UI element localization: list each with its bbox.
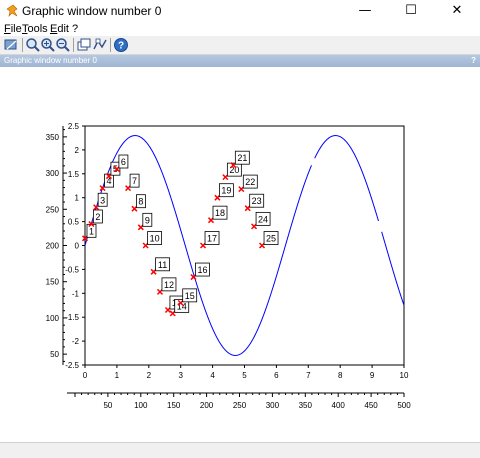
outer-y-tick-label: 300 (46, 169, 60, 178)
dock-help-button[interactable]: ? (471, 55, 476, 67)
toolbar-separator (22, 38, 23, 52)
datatip-label[interactable]: 18 (215, 208, 225, 218)
title-bar: Graphic window number 0 — ☐ ✕ (0, 0, 480, 22)
x-tick-label: 2 (147, 371, 152, 380)
menu-help[interactable]: ? (72, 22, 78, 36)
outer-x-tick-label: 150 (167, 401, 181, 410)
plot-svg[interactable]: -2.5-2-1.5-1-0.500.511.522.50 1 2 3 4 5 6 7 8 9 10… (0, 67, 480, 442)
toolbar-separator (73, 38, 74, 52)
datatip-label[interactable]: 3 (100, 195, 105, 205)
y-tick-label: 1.5 (68, 170, 80, 179)
dock-title-bar: Graphic window number 0 ? (0, 55, 480, 67)
x-tick-label: 7 (306, 371, 311, 380)
rotate-icon[interactable] (3, 37, 19, 53)
x-tick-label: 1 (115, 371, 120, 380)
datatip-label[interactable]: 8 (138, 197, 143, 207)
outer-y-tick-label: 250 (46, 205, 60, 214)
menu-file[interactable]: File (4, 22, 22, 36)
y-tick-label: 0 (75, 242, 80, 251)
x-tick-label: 6 (274, 371, 279, 380)
outer-x-tick-label: 200 (200, 401, 214, 410)
outer-x-tick-label: 250 (233, 401, 247, 410)
sine-curve (84, 135, 405, 356)
x-tick-label: 3 (178, 371, 183, 380)
y-tick-label: 2.5 (68, 122, 80, 131)
zoom-in-icon[interactable] (40, 37, 56, 53)
x-tick-label: 8 (338, 371, 343, 380)
datatip-label[interactable]: 23 (252, 196, 262, 206)
datatip-label[interactable]: 22 (245, 177, 255, 187)
x-tick-label: 4 (210, 371, 215, 380)
x-tick-label: 9 (370, 371, 375, 380)
status-bar (0, 442, 480, 458)
zoom-out-icon[interactable] (55, 37, 71, 53)
datatip-label[interactable]: 19 (221, 186, 231, 196)
minimize-button[interactable]: — (342, 0, 388, 22)
datatip-label[interactable]: 17 (207, 234, 217, 244)
zoom-icon[interactable] (25, 37, 41, 53)
datatip-label[interactable]: 16 (197, 265, 207, 275)
datatip-label[interactable]: 1 (89, 226, 94, 236)
datatip-label[interactable]: 24 (258, 214, 268, 224)
datatip-label[interactable]: 21 (237, 153, 247, 163)
svg-text:?: ? (118, 41, 124, 52)
y-tick-label: 2 (75, 146, 80, 155)
outer-x-tick-label: 450 (364, 401, 378, 410)
datatip-label[interactable]: 15 (185, 291, 195, 301)
y-tick-label: -1 (72, 289, 80, 298)
menu-bar: File Tools Edit ? (0, 22, 480, 36)
window-title: Graphic window number 0 (22, 4, 162, 18)
outer-y-tick-label: 100 (46, 314, 60, 323)
datatip-label[interactable]: 7 (132, 176, 137, 186)
close-button[interactable]: ✕ (434, 0, 480, 22)
outer-x-tick-label: 400 (332, 401, 346, 410)
outer-y-tick-label: 200 (46, 242, 60, 251)
y-tick-label: 0.5 (68, 218, 80, 227)
y-tick-label: -0.5 (65, 265, 79, 274)
datatip-label[interactable]: 25 (266, 234, 276, 244)
y-tick-label: -2.5 (65, 361, 79, 370)
outer-y-tick-label: 50 (50, 350, 59, 359)
datatip-label[interactable]: 12 (164, 280, 174, 290)
scilab-app-icon (6, 4, 18, 17)
x-tick-label: 0 (83, 371, 88, 380)
toolbar-separator (110, 38, 111, 52)
datatip-label[interactable]: 10 (150, 234, 160, 244)
menu-edit[interactable]: Edit (50, 22, 69, 36)
y-tick-label: -2 (72, 337, 80, 346)
outer-x-tick-label: 350 (299, 401, 313, 410)
y-tick-label: 1 (75, 194, 80, 203)
outer-x-tick-label: 100 (134, 401, 148, 410)
outer-x-tick-label: 500 (397, 401, 411, 410)
datatip-label[interactable]: 2 (95, 212, 100, 222)
datatip-icon[interactable] (92, 37, 108, 53)
dock-title: Graphic window number 0 (4, 56, 97, 65)
outer-y-tick-label: 150 (46, 278, 60, 287)
datatip-label[interactable]: 11 (158, 260, 167, 270)
outer-x-tick-label: 50 (103, 401, 112, 410)
menu-tools[interactable]: Tools (22, 22, 48, 36)
y-tick-label: -1.5 (65, 313, 79, 322)
select-figure-icon[interactable] (76, 37, 92, 53)
x-tick-label: 5 (242, 371, 247, 380)
maximize-button[interactable]: ☐ (388, 0, 434, 22)
datatip-label[interactable]: 6 (121, 157, 126, 167)
x-tick-label: 10 (400, 371, 409, 380)
outer-y-tick-label: 350 (46, 133, 60, 142)
datatip-label[interactable]: 9 (145, 215, 150, 225)
help-icon[interactable]: ? (113, 37, 129, 53)
toolbar: ? (0, 36, 480, 55)
outer-x-tick-label: 300 (266, 401, 280, 410)
graphic-canvas[interactable]: -2.5 -2 -1.5 -1 -0.5 0 0.5 1 1.5 2 2.5 0 1 2 3 4 5 6 7 8 9 10… (0, 67, 480, 442)
